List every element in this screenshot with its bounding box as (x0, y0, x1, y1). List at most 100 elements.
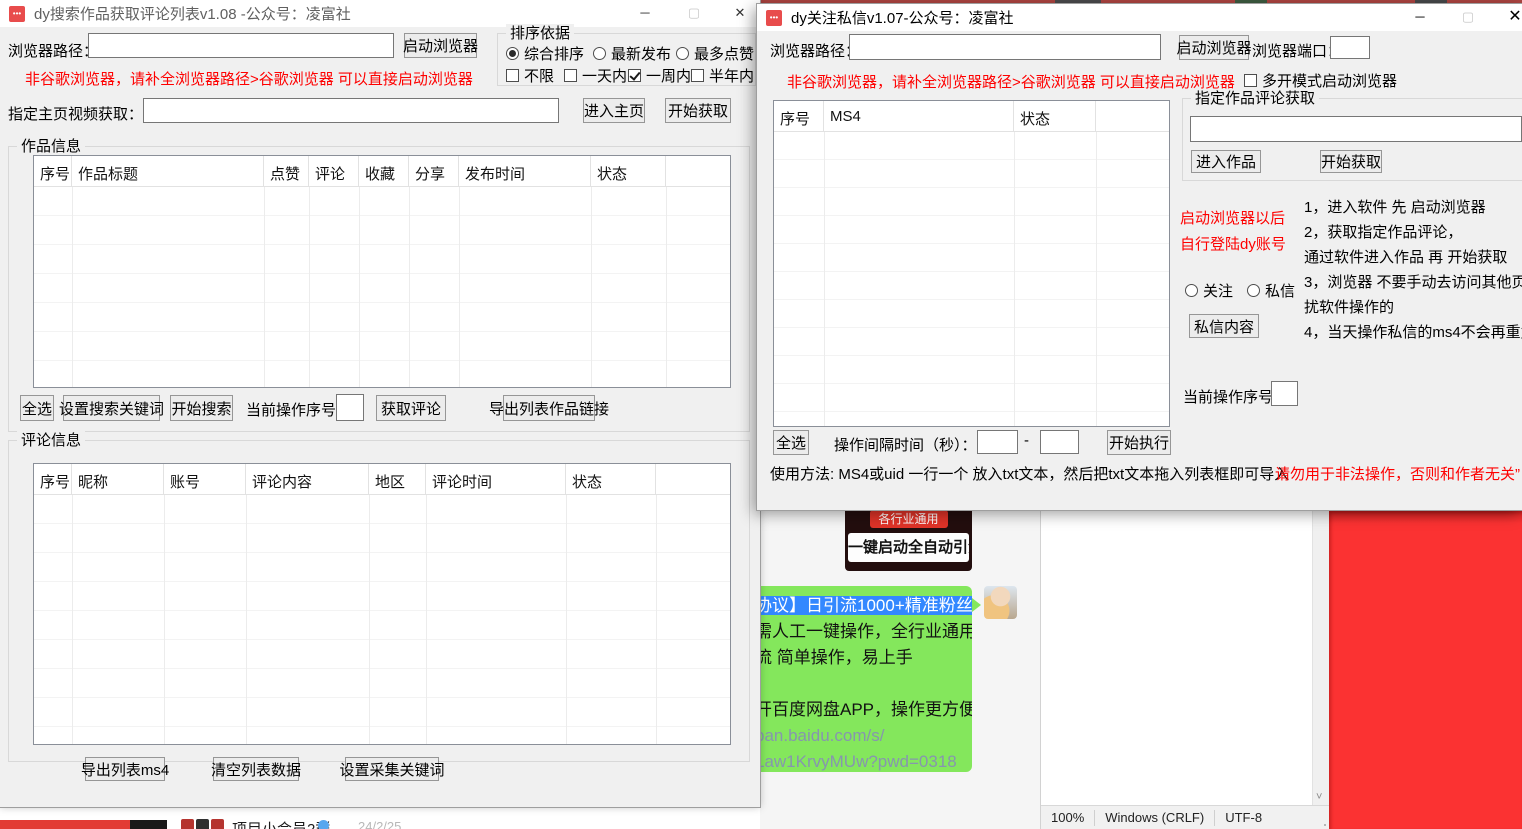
chat-bubble[interactable]: 协议】日引流1000+精准粉丝全 需人工一键操作，全行业通用引 流 简单操作，易… (750, 586, 972, 772)
minimize-button[interactable]: ─ (1402, 4, 1438, 30)
ms4-list-table[interactable]: 序号 MS4 状态 (773, 100, 1170, 427)
interval-min-input[interactable] (977, 430, 1018, 454)
close-button[interactable]: ✕ (1497, 4, 1522, 30)
checkbox-half-year[interactable]: 半年内 (691, 65, 754, 86)
bubble-line-spacer (755, 671, 966, 697)
instruction-5: 扰软件操作的 (1304, 296, 1394, 317)
notepad-text-area[interactable] (1041, 511, 1312, 805)
set-collect-keywords-button[interactable]: 设置采集关键词 (345, 757, 439, 781)
start-fetch-button[interactable]: 开始获取 (665, 98, 731, 123)
baidu-pan-link-2[interactable]: Law1KrvyMUw?pwd=0318 (755, 749, 966, 772)
work-url-input[interactable] (1190, 116, 1522, 142)
sort-group: 排序依据 综合排序 最新发布 最多点赞 不限 一天内 一周内 半年内 (497, 33, 756, 86)
scroll-down-icon[interactable]: ˅ (1316, 791, 1322, 803)
checkbox-one-week[interactable]: 一周内 (628, 65, 691, 86)
ms4-table-body[interactable] (774, 132, 1169, 426)
scrollbar[interactable]: ˅ (1312, 511, 1330, 805)
comments-table-body[interactable] (34, 495, 730, 744)
checkbox-multi-open[interactable]: 多开模式启动浏览器 (1244, 70, 1397, 91)
col-shares[interactable]: 分享 (409, 156, 459, 186)
blue-badge-icon (318, 820, 329, 829)
enter-work-button[interactable]: 进入作品 (1191, 150, 1261, 173)
interval-label: 操作间隔时间（秒）： (834, 434, 977, 455)
radio-icon (1247, 284, 1260, 297)
interval-max-input[interactable] (1040, 430, 1079, 454)
start-search-button[interactable]: 开始搜索 (170, 395, 233, 421)
col-ms4[interactable]: MS4 (824, 101, 1014, 131)
radio-most-liked[interactable]: 最多点赞 (676, 43, 754, 64)
close-button[interactable]: ✕ (722, 0, 758, 26)
col-index[interactable]: 序号 (774, 101, 824, 131)
browser-path-input[interactable] (88, 33, 394, 58)
maximize-button[interactable]: ▢ (1450, 4, 1486, 30)
col-comment-content[interactable]: 评论内容 (246, 464, 369, 494)
col-publish-time[interactable]: 发布时间 (459, 156, 591, 186)
launch-browser-button[interactable]: 启动浏览器 (1179, 35, 1249, 60)
promo-image[interactable]: 各行业通用 一键启动全自动引流 (845, 506, 972, 571)
ms4-table-header[interactable]: 序号 MS4 状态 (774, 101, 1169, 132)
instruction-1: 1，进入软件 先 启动浏览器 (1304, 196, 1486, 217)
works-table[interactable]: 序号 作品标题 点赞 评论 收藏 分享 发布时间 状态 (33, 155, 731, 388)
col-index[interactable]: 序号 (34, 464, 72, 494)
chat-group-name[interactable]: 项目小会员2群 (232, 818, 330, 829)
current-index-input[interactable] (1271, 381, 1298, 406)
works-table-header[interactable]: 序号 作品标题 点赞 评论 收藏 分享 发布时间 状态 (34, 156, 730, 187)
red-note-2: 自行登陆dy账号 (1180, 233, 1286, 254)
col-title[interactable]: 作品标题 (72, 156, 264, 186)
select-all-button[interactable]: 全选 (20, 395, 54, 421)
browser-port-input[interactable] (1330, 36, 1370, 59)
col-favorites[interactable]: 收藏 (359, 156, 409, 186)
works-table-body[interactable] (34, 187, 730, 387)
start-run-button[interactable]: 开始执行 (1107, 430, 1171, 455)
minimize-button[interactable]: ─ (627, 0, 663, 26)
comments-table[interactable]: 序号 昵称 账号 评论内容 地区 评论时间 状态 (33, 463, 731, 745)
red-note-1: 启动浏览器以后 (1180, 207, 1285, 228)
radio-newest[interactable]: 最新发布 (593, 43, 671, 64)
export-ms4-button[interactable]: 导出列表ms4 (85, 757, 165, 781)
export-work-links-button[interactable]: 导出列表作品链接 (503, 395, 595, 421)
bubble-line-2: 需人工一键操作，全行业通用引 (755, 619, 966, 645)
radio-follow[interactable]: 关注 (1185, 280, 1233, 301)
maximize-button[interactable]: ▢ (676, 0, 712, 26)
col-status[interactable]: 状态 (591, 156, 666, 186)
enter-home-button[interactable]: 进入主页 (583, 98, 645, 123)
checkbox-icon (628, 69, 641, 82)
browser-path-label: 浏览器路径： (770, 40, 860, 61)
current-index-input[interactable] (336, 394, 364, 421)
launch-browser-button[interactable]: 启动浏览器 (404, 33, 477, 58)
radio-icon (1185, 284, 1198, 297)
desktop: 各行业通用 一键启动全自动引流 协议】日引流1000+精准粉丝全 需人工一键操作… (0, 0, 1522, 829)
bubble-line-3: 流 简单操作，易上手 (755, 645, 966, 671)
black-bar (130, 820, 167, 829)
start-fetch-button[interactable]: 开始获取 (1320, 150, 1382, 173)
home-video-input[interactable] (143, 98, 559, 123)
col-region[interactable]: 地区 (369, 464, 426, 494)
dm-content-button[interactable]: 私信内容 (1189, 314, 1259, 338)
clear-list-button[interactable]: 清空列表数据 (213, 757, 299, 781)
browser-path-input[interactable] (849, 34, 1161, 60)
avatar[interactable] (984, 586, 1017, 619)
resize-grip[interactable] (1324, 824, 1326, 826)
checkbox-no-limit[interactable]: 不限 (506, 65, 554, 86)
col-status[interactable]: 状态 (1014, 101, 1096, 131)
radio-label: 关注 (1203, 280, 1233, 301)
set-search-keywords-button[interactable]: 设置搜索关键词 (63, 395, 160, 421)
select-all-button[interactable]: 全选 (773, 430, 809, 455)
col-status[interactable]: 状态 (566, 464, 656, 494)
bubble-line-4: 开百度网盘APP，操作更方便 (755, 697, 966, 723)
checkbox-one-day[interactable]: 一天内 (564, 65, 627, 86)
col-comment-time[interactable]: 评论时间 (426, 464, 566, 494)
col-index[interactable]: 序号 (34, 156, 72, 186)
baidu-pan-link[interactable]: pan.baidu.com/s/ (755, 723, 966, 749)
radio-comprehensive-sort[interactable]: 综合排序 (506, 43, 584, 64)
col-comments[interactable]: 评论 (309, 156, 359, 186)
col-likes[interactable]: 点赞 (264, 156, 309, 186)
radio-dm[interactable]: 私信 (1247, 280, 1295, 301)
checkbox-label: 半年内 (709, 65, 754, 86)
zoom-level: 100% (1041, 810, 1094, 825)
col-nickname[interactable]: 昵称 (72, 464, 164, 494)
col-account[interactable]: 账号 (164, 464, 246, 494)
comments-table-header[interactable]: 序号 昵称 账号 评论内容 地区 评论时间 状态 (34, 464, 730, 495)
instruction-6: 4，当天操作私信的ms4不会再重复操作私信 (1304, 321, 1522, 342)
get-comments-button[interactable]: 获取评论 (376, 395, 446, 421)
